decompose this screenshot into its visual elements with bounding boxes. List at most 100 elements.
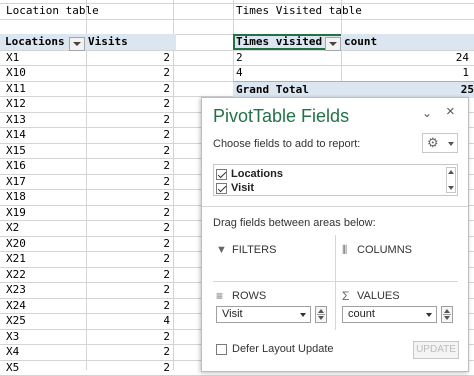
location-visits-cell[interactable]: 2 bbox=[86, 220, 170, 236]
location-visits-cell[interactable]: 2 bbox=[86, 174, 170, 190]
left-table-title[interactable]: Location table bbox=[6, 3, 171, 19]
location-name-cell[interactable]: X14 bbox=[6, 127, 86, 143]
location-visits-cell[interactable]: 2 bbox=[86, 360, 170, 376]
location-visits-cell[interactable]: 4 bbox=[86, 313, 170, 329]
pivottable-fields-pane: PivotTable Fields ⌄ × Choose fields to a… bbox=[201, 97, 469, 372]
area-divider-vertical bbox=[335, 235, 336, 330]
right-table-title[interactable]: Times Visited table bbox=[236, 3, 436, 19]
scroll-up-icon[interactable] bbox=[448, 170, 454, 174]
divider bbox=[202, 206, 468, 207]
grand-total-label-cell[interactable]: Grand Total bbox=[233, 81, 344, 98]
field-checkbox-visit[interactable] bbox=[216, 183, 227, 194]
values-field-dropdown[interactable]: count bbox=[342, 306, 437, 323]
location-visits-cell[interactable]: 2 bbox=[86, 127, 170, 143]
rows-field-value: Visit bbox=[222, 308, 243, 320]
location-visits-cell[interactable]: 2 bbox=[86, 81, 170, 97]
location-name-cell[interactable]: X3 bbox=[6, 329, 86, 345]
location-name-cell[interactable]: X19 bbox=[6, 205, 86, 221]
rows-field-dropdown[interactable]: Visit bbox=[216, 306, 311, 323]
update-button[interactable]: UPDATE bbox=[413, 341, 459, 359]
location-visits-cell[interactable]: 2 bbox=[86, 189, 170, 205]
chevron-down-icon[interactable]: ⌄ bbox=[422, 106, 432, 120]
values-field-value: count bbox=[348, 308, 375, 320]
header-visits[interactable]: Visits bbox=[86, 34, 176, 50]
location-visits-cell[interactable]: 2 bbox=[86, 143, 170, 159]
times-visited-filter-dropdown[interactable] bbox=[325, 37, 341, 51]
tools-button[interactable]: ⚙ bbox=[422, 133, 458, 153]
location-name-cell[interactable]: X17 bbox=[6, 174, 86, 190]
defer-layout-label: Defer Layout Update bbox=[232, 343, 334, 355]
location-name-cell[interactable]: X24 bbox=[6, 298, 86, 314]
gridline-row bbox=[0, 19, 474, 20]
filters-label: FILTERS bbox=[232, 244, 277, 256]
field-list-scrollbar[interactable] bbox=[446, 167, 456, 193]
columns-icon: ⦀ bbox=[342, 243, 348, 257]
field-label: Locations bbox=[231, 168, 283, 180]
dropdown-arrow-icon bbox=[448, 142, 454, 146]
location-visits-cell[interactable]: 2 bbox=[86, 329, 170, 345]
location-name-cell[interactable]: X12 bbox=[6, 96, 86, 112]
pivot-count-cell[interactable]: 1 bbox=[341, 65, 469, 81]
pivot-count-cell[interactable]: 24 bbox=[341, 50, 469, 66]
location-visits-cell[interactable]: 2 bbox=[86, 96, 170, 112]
location-name-cell[interactable]: X16 bbox=[6, 158, 86, 174]
location-visits-cell[interactable]: 2 bbox=[86, 50, 170, 66]
location-visits-cell[interactable]: 2 bbox=[86, 267, 170, 283]
field-list: Locations Visit bbox=[213, 164, 458, 196]
locations-filter-dropdown[interactable] bbox=[69, 37, 85, 51]
location-name-cell[interactable]: X25 bbox=[6, 313, 86, 329]
move-up-icon[interactable] bbox=[318, 309, 324, 313]
values-label: VALUES bbox=[357, 290, 400, 302]
scroll-down-icon[interactable] bbox=[448, 186, 454, 190]
location-name-cell[interactable]: X1 bbox=[6, 50, 86, 66]
location-name-cell[interactable]: X22 bbox=[6, 267, 86, 283]
divider bbox=[443, 314, 451, 315]
header-count[interactable]: count bbox=[341, 34, 474, 50]
location-visits-cell[interactable]: 2 bbox=[86, 251, 170, 267]
area-divider-horizontal bbox=[213, 281, 458, 282]
location-visits-cell[interactable]: 2 bbox=[86, 65, 170, 81]
location-name-cell[interactable]: X20 bbox=[6, 236, 86, 252]
close-icon[interactable]: × bbox=[446, 103, 455, 120]
move-up-icon[interactable] bbox=[444, 309, 450, 313]
location-visits-cell[interactable]: 2 bbox=[86, 158, 170, 174]
drag-fields-label: Drag fields between areas below: bbox=[213, 217, 376, 229]
pane-title: PivotTable Fields bbox=[213, 106, 350, 126]
location-name-cell[interactable]: X15 bbox=[6, 143, 86, 159]
location-name-cell[interactable]: X23 bbox=[6, 282, 86, 298]
values-field-spinner[interactable] bbox=[441, 306, 453, 323]
rows-icon: ≡ bbox=[216, 289, 224, 303]
defer-layout-checkbox[interactable] bbox=[216, 344, 227, 355]
location-name-cell[interactable]: X13 bbox=[6, 112, 86, 128]
location-visits-cell[interactable]: 2 bbox=[86, 236, 170, 252]
location-name-cell[interactable]: X21 bbox=[6, 251, 86, 267]
field-label: Visit bbox=[231, 182, 255, 194]
location-visits-cell[interactable]: 2 bbox=[86, 298, 170, 314]
location-visits-cell[interactable]: 2 bbox=[86, 344, 170, 360]
location-visits-cell[interactable]: 2 bbox=[86, 282, 170, 298]
pivot-row-label-cell[interactable]: 2 bbox=[236, 50, 336, 66]
move-down-icon[interactable] bbox=[444, 316, 450, 320]
dropdown-arrow-icon bbox=[426, 313, 432, 317]
pivot-row-label-cell[interactable]: 4 bbox=[236, 65, 336, 81]
location-name-cell[interactable]: X10 bbox=[6, 65, 86, 81]
rows-field-spinner[interactable] bbox=[315, 306, 327, 323]
divider bbox=[317, 314, 325, 315]
rows-label: ROWS bbox=[232, 290, 267, 302]
location-name-cell[interactable]: X11 bbox=[6, 81, 86, 97]
choose-fields-label: Choose fields to add to report: bbox=[213, 138, 361, 150]
columns-label: COLUMNS bbox=[357, 244, 413, 256]
dropdown-arrow-icon bbox=[300, 313, 306, 317]
grand-total-value-cell[interactable]: 25 bbox=[341, 81, 474, 98]
location-name-cell[interactable]: X18 bbox=[6, 189, 86, 205]
move-down-icon[interactable] bbox=[318, 316, 324, 320]
filter-icon: ▼ bbox=[216, 244, 227, 256]
location-name-cell[interactable]: X2 bbox=[6, 220, 86, 236]
location-visits-cell[interactable]: 2 bbox=[86, 205, 170, 221]
gear-icon: ⚙ bbox=[427, 135, 439, 150]
field-checkbox-locations[interactable] bbox=[216, 169, 227, 180]
location-visits-cell[interactable]: 2 bbox=[86, 112, 170, 128]
location-name-cell[interactable]: X5 bbox=[6, 360, 86, 376]
gridline-col bbox=[173, 0, 174, 370]
location-name-cell[interactable]: X4 bbox=[6, 344, 86, 360]
